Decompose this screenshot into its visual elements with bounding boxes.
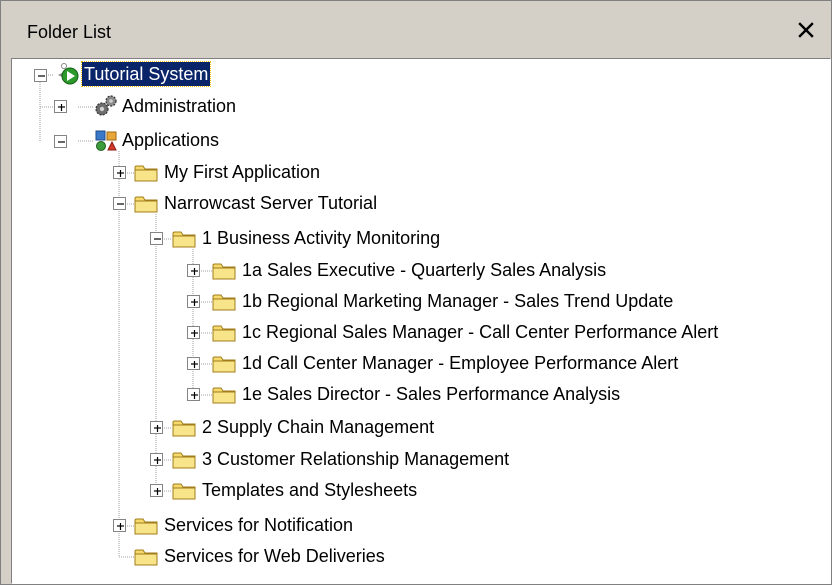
tree-node-1d-call-center-manager[interactable]: 1d Call Center Manager - Employee Perfor… <box>12 348 792 380</box>
tree-node-business-activity-monitoring[interactable]: 1 Business Activity Monitoring <box>12 223 512 255</box>
expand-toggle[interactable] <box>187 295 200 308</box>
expand-toggle[interactable] <box>187 326 200 339</box>
tree-node-tutorial-system[interactable]: Tutorial System <box>12 59 272 91</box>
folder-icon <box>172 231 196 248</box>
tree-label: 1d Call Center Manager - Employee Perfor… <box>242 353 679 373</box>
expand-toggle[interactable] <box>187 264 200 277</box>
tree-node-services-for-notification[interactable]: Services for Notification <box>12 510 472 542</box>
folder-icon <box>172 483 196 500</box>
tree-label: Administration <box>122 96 237 116</box>
tree-label: Applications <box>122 130 220 150</box>
tree-node-templates-and-stylesheets[interactable]: Templates and Stylesheets <box>12 475 512 507</box>
tree-label: Templates and Stylesheets <box>202 480 418 500</box>
folder-icon <box>134 196 158 213</box>
folder-icon <box>172 420 196 437</box>
tree-label: 1e Sales Director - Sales Performance An… <box>242 384 621 404</box>
tree-node-customer-relationship-management[interactable]: 3 Customer Relationship Management <box>12 444 612 476</box>
panel-title: Folder List <box>27 22 112 42</box>
tree-node-1a-sales-executive[interactable]: 1a Sales Executive - Quarterly Sales Ana… <box>12 255 732 287</box>
system-icon <box>58 63 79 85</box>
folder-icon <box>212 387 236 404</box>
expand-toggle[interactable] <box>113 166 126 179</box>
expand-toggle[interactable] <box>187 357 200 370</box>
folder-icon <box>212 356 236 373</box>
folder-icon <box>212 325 236 342</box>
tree-label: My First Application <box>164 162 321 182</box>
folder-icon <box>172 452 196 469</box>
collapse-toggle[interactable] <box>54 135 67 148</box>
applications-icon <box>95 130 117 151</box>
tree-label: Narrowcast Server Tutorial <box>164 193 378 213</box>
tree-label: 2 Supply Chain Management <box>202 417 435 437</box>
expand-toggle[interactable] <box>187 388 200 401</box>
folder-icon <box>212 294 236 311</box>
tree-node-1e-sales-director[interactable]: 1e Sales Director - Sales Performance An… <box>12 379 752 411</box>
tree-node-1b-regional-marketing-manager[interactable]: 1b Regional Marketing Manager - Sales Tr… <box>12 286 792 318</box>
folder-icon <box>212 263 236 280</box>
tree-label: Services for Web Deliveries <box>164 546 385 566</box>
tree-label: 1b Regional Marketing Manager - Sales Tr… <box>242 291 674 311</box>
tree-label: 3 Customer Relationship Management <box>202 449 510 469</box>
expand-toggle[interactable] <box>150 453 163 466</box>
folder-icon <box>134 518 158 535</box>
close-icon[interactable] <box>795 19 817 41</box>
expand-toggle[interactable] <box>150 421 163 434</box>
tree-node-administration[interactable]: Administration <box>12 91 312 123</box>
tree-node-narrowcast-server-tutorial[interactable]: Narrowcast Server Tutorial <box>12 188 472 220</box>
folder-icon <box>134 165 158 182</box>
expand-toggle[interactable] <box>150 484 163 497</box>
panel-titlebar: Folder List <box>1 1 831 61</box>
expand-toggle[interactable] <box>113 519 126 532</box>
tree-node-services-for-web-deliveries[interactable]: Services for Web Deliveries <box>12 541 472 573</box>
folder-tree[interactable]: Tutorial System Administration Applicati… <box>11 58 831 584</box>
tree-label: 1a Sales Executive - Quarterly Sales Ana… <box>242 260 607 280</box>
tree-label: Tutorial System <box>80 61 212 87</box>
collapse-toggle[interactable] <box>34 69 47 82</box>
tree-label: 1c Regional Sales Manager - Call Center … <box>242 322 719 342</box>
collapse-toggle[interactable] <box>150 232 163 245</box>
folder-icon <box>134 549 158 566</box>
expand-toggle[interactable] <box>54 100 67 113</box>
tree-node-supply-chain-management[interactable]: 2 Supply Chain Management <box>12 412 532 444</box>
tree-node-applications[interactable]: Applications <box>12 125 312 157</box>
tree-node-my-first-application[interactable]: My First Application <box>12 157 432 189</box>
tree-label: 1 Business Activity Monitoring <box>202 228 441 248</box>
collapse-toggle[interactable] <box>113 197 126 210</box>
folder-list-panel: Folder List Tutorial System Administrati… <box>0 0 832 585</box>
tree-label: Services for Notification <box>164 515 354 535</box>
tree-node-1c-regional-sales-manager[interactable]: 1c Regional Sales Manager - Call Center … <box>12 317 828 349</box>
gears-icon <box>95 95 117 116</box>
